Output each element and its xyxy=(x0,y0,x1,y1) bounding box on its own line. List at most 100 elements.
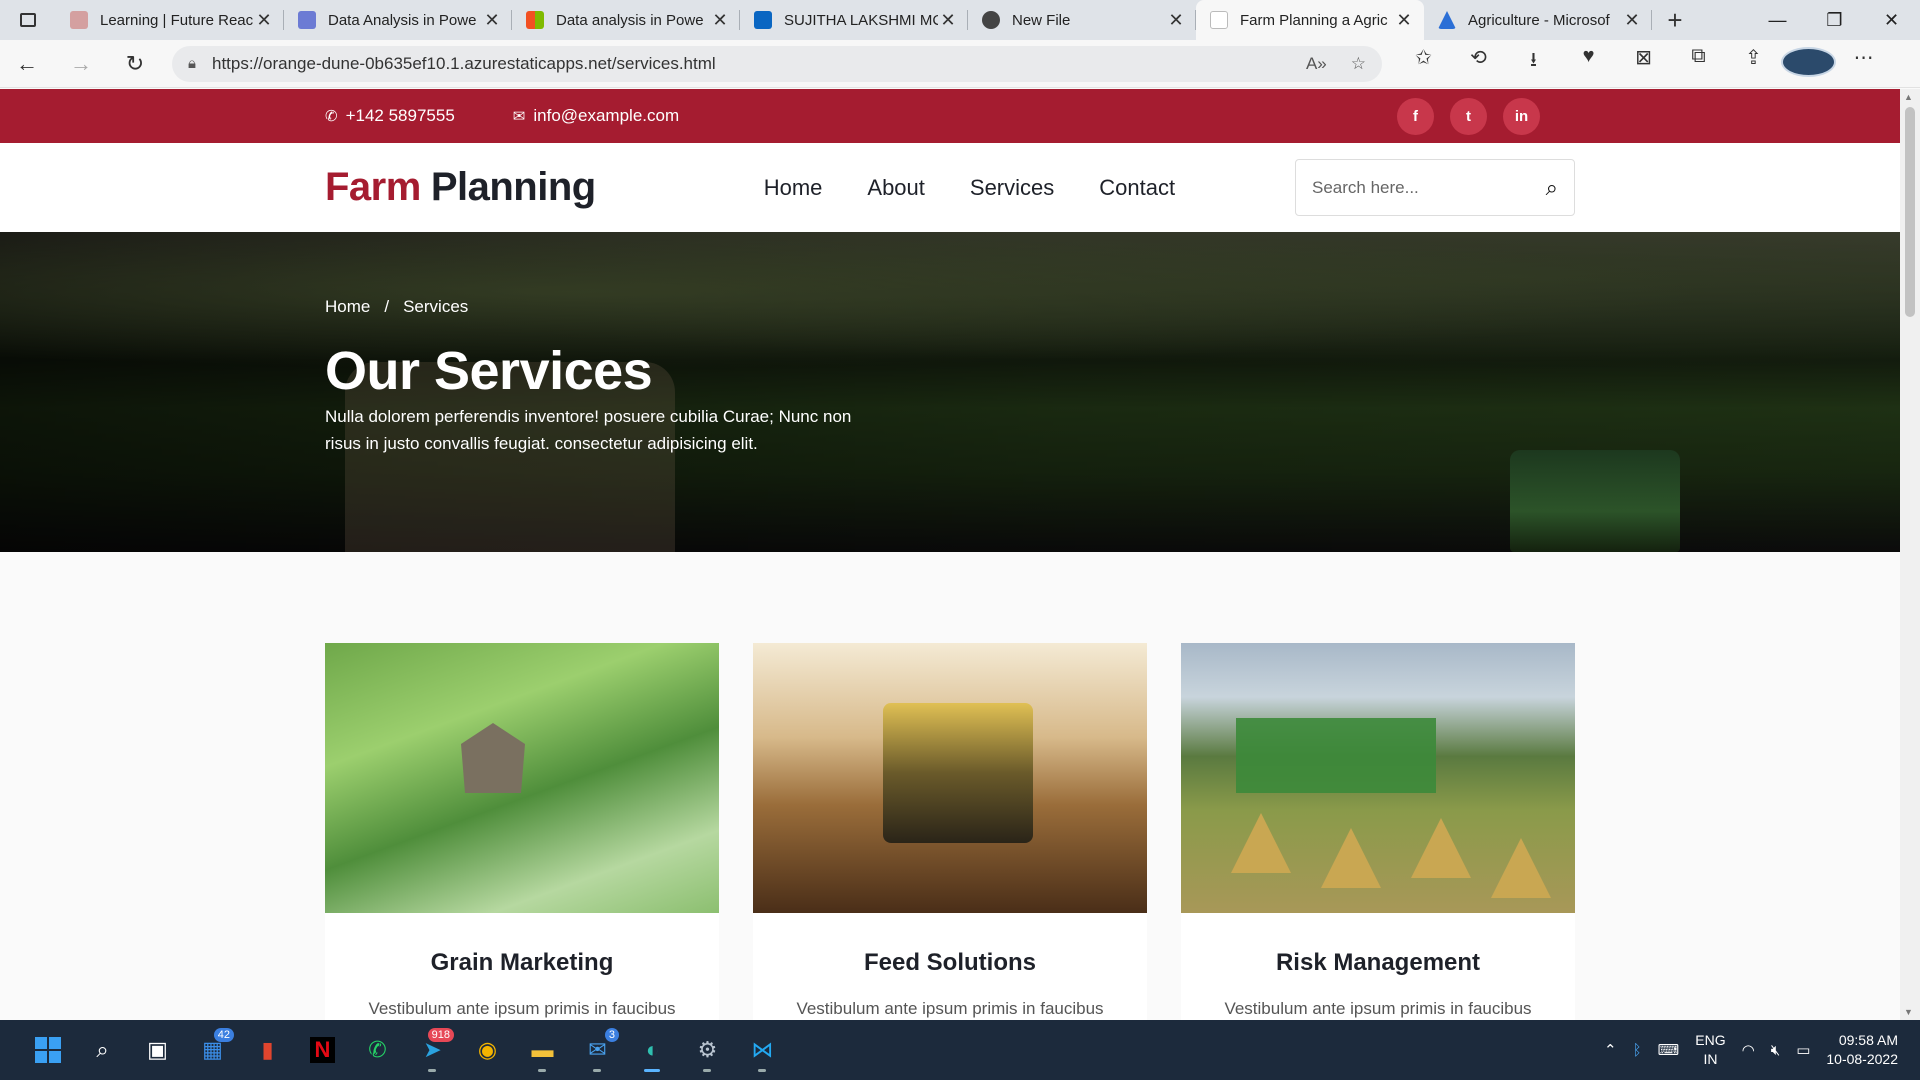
instagram-icon[interactable]: in xyxy=(1503,97,1540,135)
taskbar-telegram[interactable]: ➤ 918 xyxy=(405,1026,460,1074)
browser-tab[interactable]: Agriculture - Microsof ✕ xyxy=(1424,0,1652,40)
taskbar-outlook[interactable]: ✉ 3 xyxy=(570,1026,625,1074)
downloads-icon[interactable]: ⭳ xyxy=(1506,45,1561,83)
tab-title: Data analysis in Powe xyxy=(556,11,704,29)
close-tab-icon[interactable]: ✕ xyxy=(482,10,502,31)
forward-button[interactable]: → xyxy=(54,40,108,88)
browser-toolbar: ← → ↻ 🔒︎ https://orange-dune-0b635ef10.1… xyxy=(0,40,1920,88)
facebook-icon[interactable]: f xyxy=(1397,97,1434,135)
taskbar-search[interactable]: ⌕ xyxy=(75,1026,130,1074)
close-tab-icon[interactable]: ✕ xyxy=(1166,10,1186,31)
close-window-icon[interactable]: ✕ xyxy=(1863,0,1920,40)
scroll-down-icon[interactable]: ▼ xyxy=(1904,1007,1913,1017)
taskbar-file-explorer[interactable]: ▬ xyxy=(515,1026,570,1074)
social-links: f t in xyxy=(1397,97,1540,135)
clock[interactable]: 09:58 AM 10-08-2022 xyxy=(1826,1031,1898,1069)
close-tab-icon[interactable]: ✕ xyxy=(1394,10,1414,31)
refresh-icon: ↻ xyxy=(125,50,145,76)
favorites-icon[interactable]: ✩ xyxy=(1396,45,1451,83)
keyboard-icon[interactable]: ⌨ xyxy=(1658,1041,1680,1059)
services-cards: Grain Marketing Vestibulum ante ipsum pr… xyxy=(325,643,1575,1020)
tab-title: Farm Planning a Agric xyxy=(1240,11,1388,29)
address-bar[interactable]: 🔒︎ https://orange-dune-0b635ef10.1.azure… xyxy=(172,45,1382,82)
taskbar-edge[interactable]: ◐ xyxy=(625,1026,680,1074)
speaker-muted-icon[interactable]: 🔇︎ xyxy=(1771,1042,1780,1059)
minimize-icon[interactable]: — xyxy=(1749,0,1806,40)
nav-link-services[interactable]: Services xyxy=(970,175,1054,201)
taskbar-chrome[interactable]: ◉ xyxy=(460,1026,515,1074)
whatsapp-icon: ✆ xyxy=(368,1037,387,1062)
hero-description: Nulla dolorem perferendis inventore! pos… xyxy=(325,407,852,453)
show-hidden-icons-icon[interactable]: ⌃ xyxy=(1604,1041,1617,1059)
new-tab-button[interactable]: + xyxy=(1652,0,1698,40)
service-card[interactable]: Risk Management Vestibulum ante ipsum pr… xyxy=(1181,643,1575,1020)
start-button[interactable] xyxy=(20,1026,75,1074)
browser-tab-active[interactable]: Farm Planning a Agric ✕ xyxy=(1196,0,1424,40)
close-tab-icon[interactable]: ✕ xyxy=(710,10,730,31)
refresh-button[interactable]: ↻ xyxy=(108,40,162,88)
battery-icon[interactable]: ▭ xyxy=(1796,1041,1810,1059)
close-tab-icon[interactable]: ✕ xyxy=(1622,10,1642,31)
breadcrumb-separator: / xyxy=(384,297,390,316)
close-tab-icon[interactable]: ✕ xyxy=(254,10,274,31)
gear-icon: ⚙ xyxy=(697,1037,718,1062)
search-input[interactable] xyxy=(1312,177,1546,198)
taskbar-office[interactable]: ▮ xyxy=(240,1026,295,1074)
site-logo[interactable]: Farm Planning xyxy=(325,165,596,210)
breadcrumb: Home / Services xyxy=(325,297,468,317)
browser-tab[interactable]: Data analysis in Powe ✕ xyxy=(512,0,740,40)
restore-icon[interactable]: ❐ xyxy=(1806,0,1863,40)
scroll-up-icon[interactable]: ▲ xyxy=(1904,92,1913,102)
breadcrumb-home[interactable]: Home xyxy=(325,297,370,317)
nav-link-about[interactable]: About xyxy=(867,175,925,201)
email-contact[interactable]: ✉ info@example.com xyxy=(513,106,679,126)
language-indicator[interactable]: ENG IN xyxy=(1695,1031,1725,1069)
profile-avatar[interactable] xyxy=(1781,45,1836,83)
hero-background-tractor xyxy=(1510,450,1680,552)
window-controls: — ❐ ✕ xyxy=(1749,0,1920,40)
tab-title: Data Analysis in Powe xyxy=(328,11,477,29)
url-text[interactable]: https://orange-dune-0b635ef10.1.azuresta… xyxy=(212,54,1282,74)
browser-tab[interactable]: Learning | Future Reac ✕ xyxy=(56,0,284,40)
add-favorite-icon[interactable]: ☆ xyxy=(1351,54,1366,74)
taskbar-vscode[interactable]: ⋈ xyxy=(735,1026,790,1074)
collections-icon[interactable]: ⧉ xyxy=(1671,45,1726,83)
service-card-title: Grain Marketing xyxy=(430,949,614,976)
tab-actions-button[interactable] xyxy=(0,0,56,40)
nav-link-home[interactable]: Home xyxy=(764,175,823,201)
share-icon[interactable]: ⇪ xyxy=(1726,45,1781,83)
history-icon[interactable]: ⟲ xyxy=(1451,45,1506,83)
service-card-desc: Vestibulum ante ipsum primis in faucibus xyxy=(796,999,1104,1018)
scrollbar-thumb[interactable] xyxy=(1905,107,1915,317)
browser-tab[interactable]: Data Analysis in Powe ✕ xyxy=(284,0,512,40)
search-icon[interactable]: ⌕ xyxy=(1546,175,1558,201)
back-button[interactable]: ← xyxy=(0,40,54,88)
taskbar-whatsapp[interactable]: ✆ xyxy=(350,1026,405,1074)
more-options-icon[interactable]: ⋯ xyxy=(1836,45,1891,83)
performance-icon[interactable]: ♥ xyxy=(1561,45,1616,83)
taskbar-netflix[interactable]: N xyxy=(295,1026,350,1074)
phone-contact[interactable]: ✆ +142 5897555 xyxy=(325,106,455,126)
azure-favicon-icon xyxy=(1438,11,1456,29)
main-navbar: Farm Planning Home About Services Contact… xyxy=(0,143,1900,232)
twitter-icon[interactable]: t xyxy=(1450,97,1487,135)
wifi-icon[interactable]: ◠ xyxy=(1742,1041,1755,1059)
vscode-icon: ⋈ xyxy=(751,1037,774,1062)
taskbar-settings[interactable]: ⚙ xyxy=(680,1026,735,1074)
back-arrow-icon: ← xyxy=(16,50,38,76)
browser-tab[interactable]: SUJITHA LAKSHMI MC ✕ xyxy=(740,0,968,40)
mail-icon: ✉ xyxy=(588,1037,607,1062)
nav-link-contact[interactable]: Contact xyxy=(1099,175,1175,201)
close-tab-icon[interactable]: ✕ xyxy=(938,10,958,31)
service-card[interactable]: Grain Marketing Vestibulum ante ipsum pr… xyxy=(325,643,719,1020)
taskbar-task-view[interactable]: ▣ xyxy=(130,1026,185,1074)
read-aloud-icon[interactable]: A» xyxy=(1306,54,1327,74)
taskbar-app-store[interactable]: ▦ 42 xyxy=(185,1026,240,1074)
page-scrollbar[interactable]: ▲ ▼ xyxy=(1900,89,1920,1020)
tab-favicon-icon xyxy=(526,11,544,29)
browser-tab[interactable]: New File ✕ xyxy=(968,0,1196,40)
bluetooth-icon[interactable]: ᛒ xyxy=(1633,1042,1642,1059)
service-card[interactable]: Feed Solutions Vestibulum ante ipsum pri… xyxy=(753,643,1147,1020)
edge-icon: ◐ xyxy=(645,1037,660,1062)
math-solver-icon[interactable]: ⊠ xyxy=(1616,45,1671,83)
